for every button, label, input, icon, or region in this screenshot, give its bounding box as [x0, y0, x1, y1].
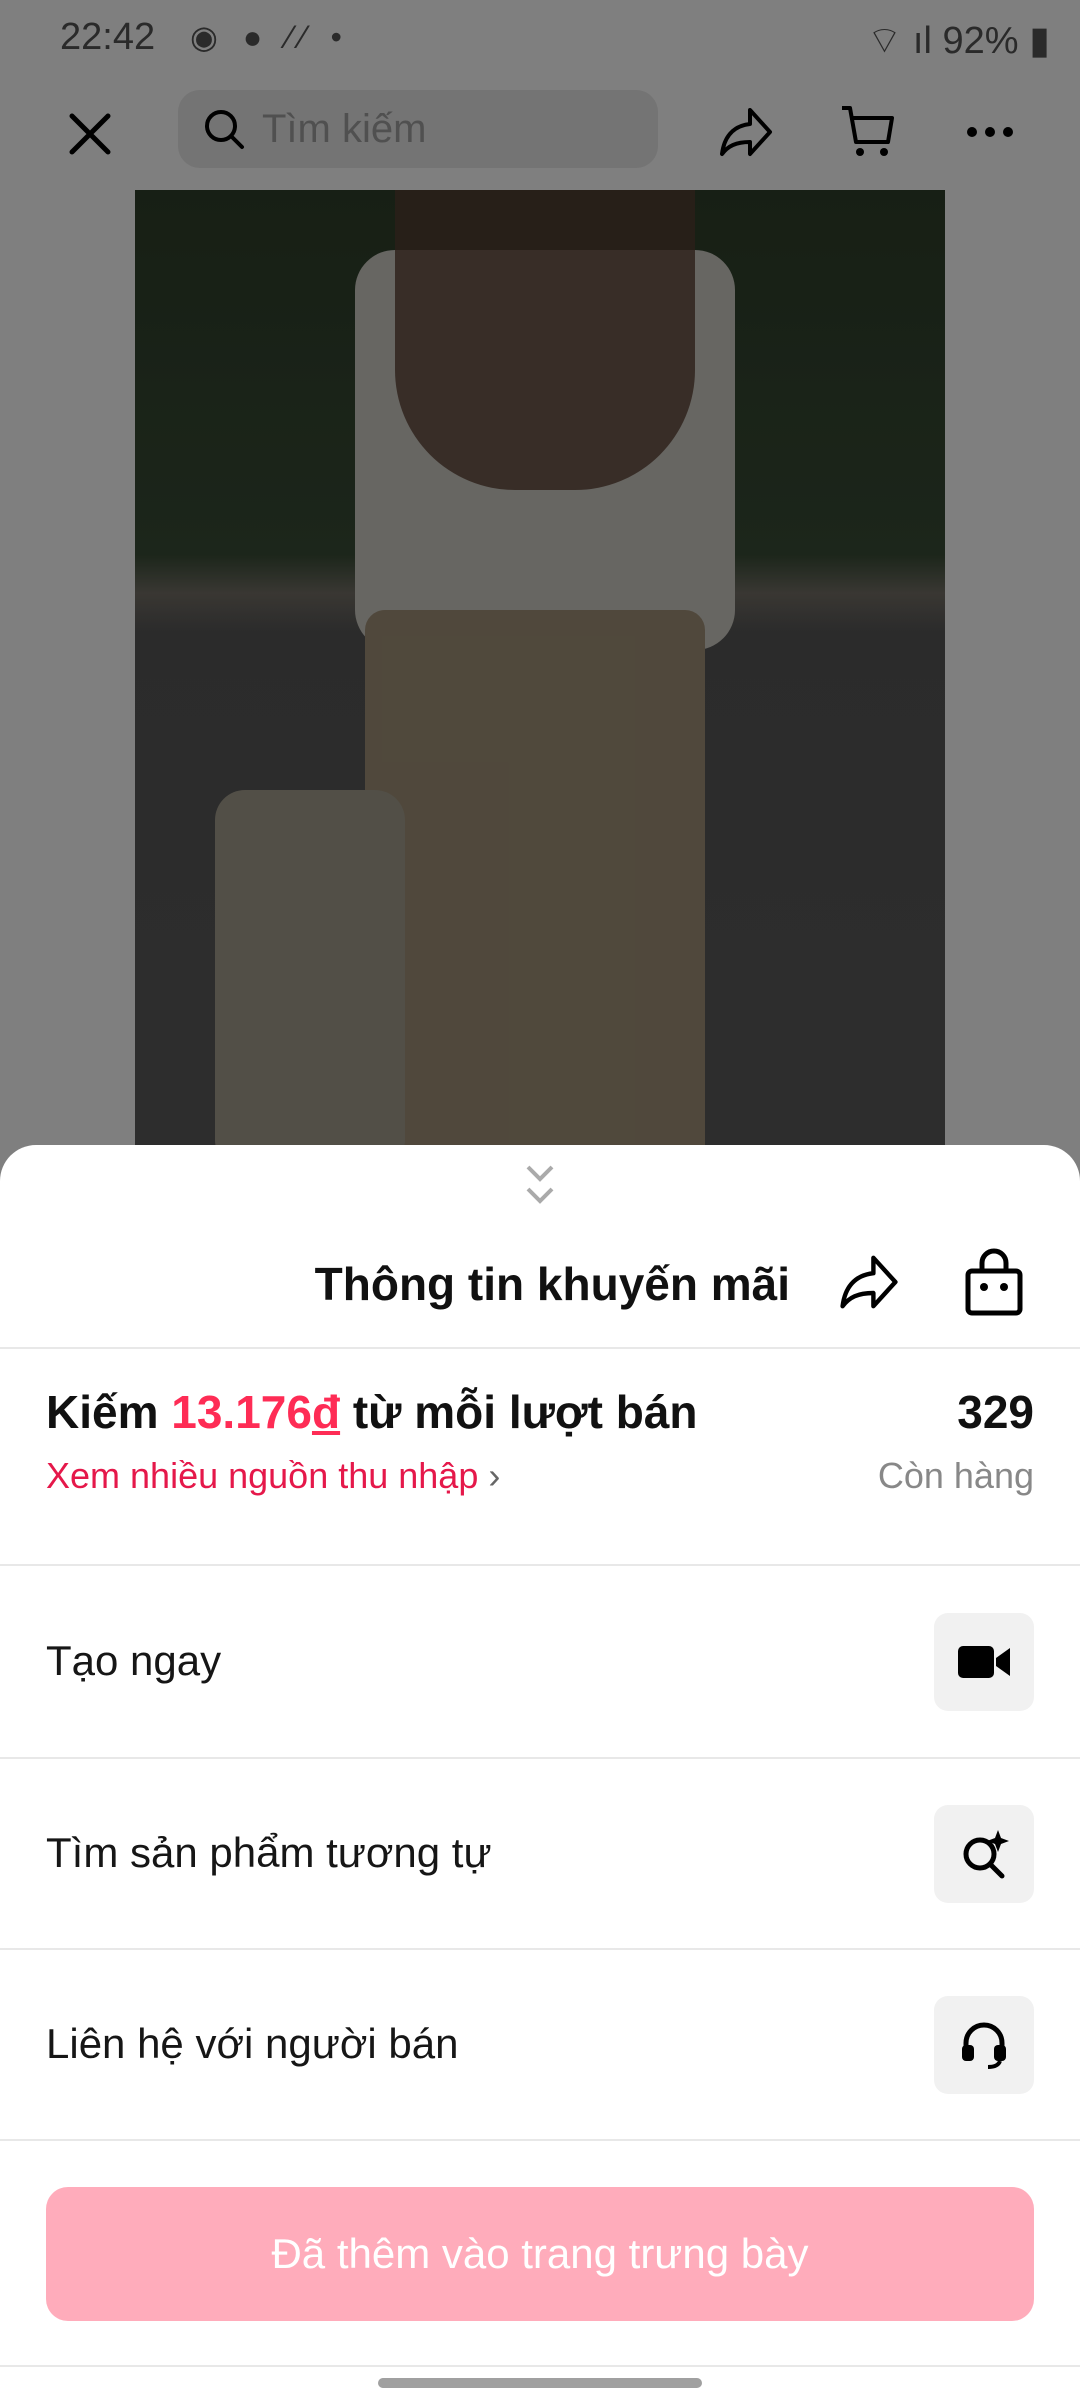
divider — [0, 2139, 1080, 2141]
action-contact-seller[interactable]: Liên hệ với người bán — [0, 1950, 1080, 2140]
sheet-title: Thông tin khuyến mãi — [314, 1258, 790, 1310]
video-camera-icon — [958, 1646, 1010, 1678]
wifi-signal-icon: ⌔ ıl — [866, 20, 943, 62]
image-dim-overlay — [135, 190, 945, 1150]
divider — [0, 2365, 1080, 2367]
chevron-right-icon: › — [478, 1455, 501, 1496]
action-create-now[interactable]: Tạo ngay — [0, 1567, 1080, 1757]
search-input[interactable]: Tìm kiếm — [178, 90, 658, 168]
more-options-icon[interactable] — [960, 102, 1020, 162]
create-video-button[interactable] — [934, 1613, 1034, 1711]
search-sparkle-icon — [963, 1830, 1009, 1879]
action-label: Tìm sản phẩm tương tự — [46, 1829, 492, 1876]
currency: đ — [311, 1386, 341, 1438]
divider — [0, 1347, 1080, 1349]
home-indicator[interactable] — [378, 2378, 702, 2388]
amount-value: 13.176 — [171, 1386, 312, 1438]
collapse-chevron-icon[interactable] — [522, 1163, 558, 1207]
status-bar: 22:42 ◉ ● ⁄⁄ • ⌔ ıl 92% ▮ — [0, 0, 1080, 80]
headset-icon — [962, 2022, 1006, 2069]
battery-level: 92% — [942, 20, 1019, 62]
earn-prefix: Kiếm — [46, 1386, 172, 1438]
search-icon — [205, 110, 244, 149]
battery-icon: ▮ — [1018, 20, 1050, 62]
earn-commission: Kiếm 13.176đ từ mỗi lượt bán — [46, 1385, 698, 1439]
stock-count: 329 — [957, 1386, 1034, 1438]
divider — [0, 1564, 1080, 1566]
earn-suffix: từ mỗi lượt bán — [340, 1386, 698, 1438]
status-time: 22:42 — [60, 16, 156, 58]
more-income-label: Xem nhiều nguồn thu nhập — [46, 1455, 479, 1496]
action-label: Tạo ngay — [46, 1637, 222, 1684]
search-placeholder: Tìm kiếm — [262, 106, 427, 151]
action-find-similar[interactable]: Tìm sản phẩm tương tự — [0, 1759, 1080, 1949]
added-to-showcase-button[interactable]: Đã thêm vào trang trưng bày — [46, 2187, 1034, 2321]
stock-label: Còn hàng — [877, 1455, 1034, 1496]
action-label: Liên hệ với người bán — [46, 2020, 459, 2067]
notification-icons: ◉ ● ⁄⁄ • — [190, 19, 350, 55]
share-icon[interactable] — [836, 1249, 902, 1315]
more-income-link[interactable]: Xem nhiều nguồn thu nhập › — [46, 1455, 500, 1497]
commission-amount: 13.176đ — [171, 1386, 340, 1438]
share-icon[interactable] — [716, 102, 776, 162]
contact-seller-button[interactable] — [934, 1996, 1034, 2094]
top-bar: Tìm kiếm — [0, 80, 1080, 190]
find-similar-button[interactable] — [934, 1805, 1034, 1903]
shopping-bag-icon[interactable] — [962, 1247, 1026, 1317]
close-icon[interactable] — [62, 106, 118, 162]
promo-info-sheet: Thông tin khuyến mãi Kiếm 13.176đ từ mỗi… — [0, 1145, 1080, 2408]
product-image[interactable] — [135, 190, 945, 1150]
cart-icon[interactable] — [838, 102, 898, 162]
status-right: ⌔ ıl 92% ▮ — [867, 16, 1050, 64]
